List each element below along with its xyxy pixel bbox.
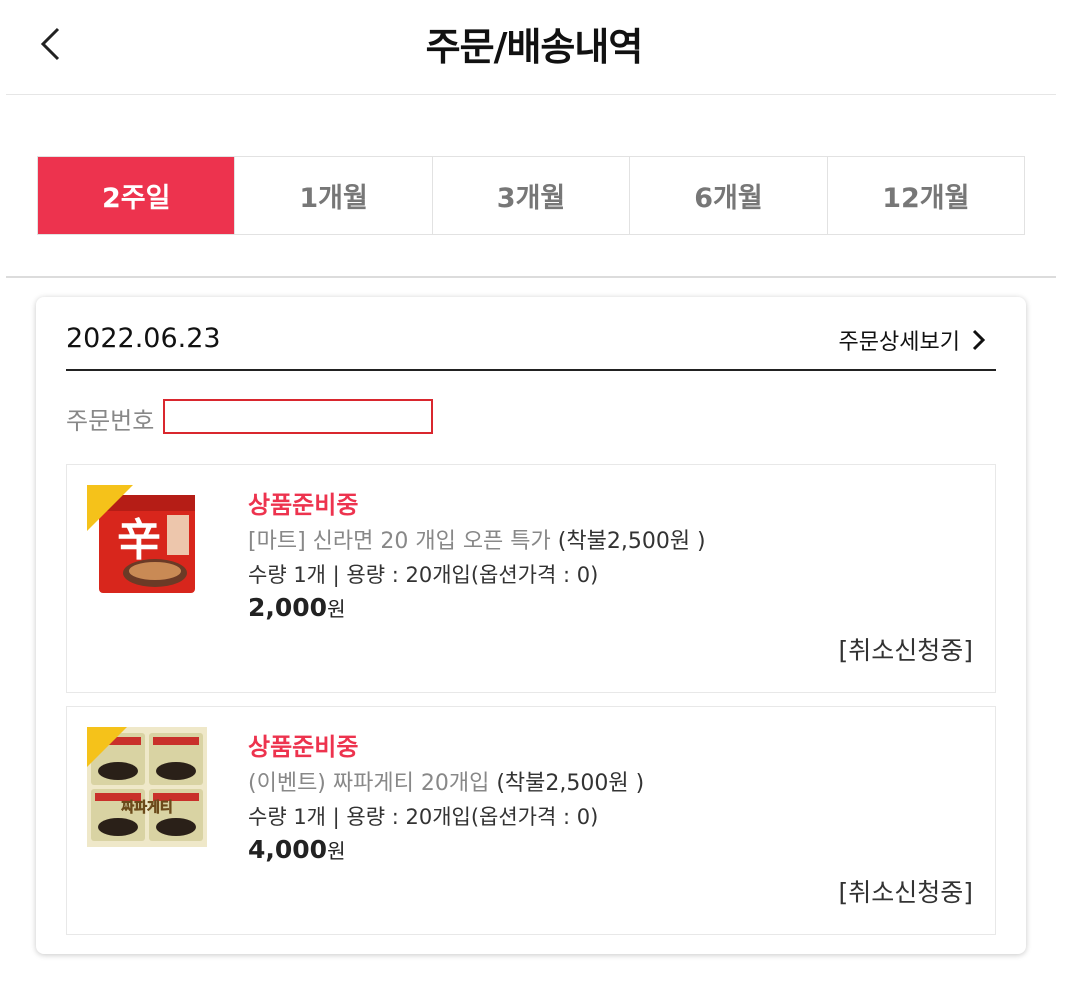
order-detail-link[interactable]: 주문상세보기 (839, 324, 986, 356)
item-cancel-status: [취소신청중] (838, 636, 973, 665)
item-cancel-status: [취소신청중] (838, 878, 973, 907)
tab-12-months[interactable]: 12개월 (826, 157, 1025, 234)
period-tabs: 2주일 1개월 3개월 6개월 12개월 (37, 156, 1025, 235)
item-name-text: (이벤트) 짜파게티 20개입 (248, 771, 490, 796)
item-shipping: (착불2,500원 ) (557, 529, 706, 554)
tab-2-weeks[interactable]: 2주일 (38, 157, 235, 234)
item-options: 수량 1개 | 용량 : 20개입(옵션가격 : 0) (248, 563, 599, 587)
chevron-right-icon (972, 329, 986, 351)
shin-ramyun-product-image: 辛 (87, 485, 207, 605)
header: 주문/배송내역 (0, 0, 1068, 96)
item-shipping: (착불2,500원 ) (496, 771, 645, 796)
item-status: 상품준비중 (248, 733, 359, 761)
order-card: 2022.06.23 주문상세보기 주문번호 辛 상품준비중 [마트] 신라면 … (36, 297, 1026, 954)
header-divider (6, 94, 1056, 95)
item-price-value: 2,000 (248, 593, 328, 622)
item-status: 상품준비중 (248, 491, 359, 519)
page-title: 주문/배송내역 (425, 25, 644, 69)
tab-6-months[interactable]: 6개월 (629, 157, 827, 234)
order-header-divider (66, 369, 996, 371)
tab-3-months[interactable]: 3개월 (431, 157, 630, 234)
order-number-value (163, 399, 433, 434)
order-item[interactable]: 짜파게티 상품준비중 (이벤트) 짜파게티 20개입 (착불2,500원 ) 수… (66, 706, 996, 935)
shin-ramyun-logo-glyph: 辛 (117, 515, 161, 566)
order-detail-label: 주문상세보기 (838, 330, 960, 355)
item-price: 4,000원 (248, 835, 345, 864)
item-price-unit: 원 (327, 597, 346, 621)
tab-1-month[interactable]: 1개월 (234, 157, 432, 234)
item-options: 수량 1개 | 용량 : 20개입(옵션가격 : 0) (248, 805, 599, 829)
item-price-unit: 원 (327, 839, 346, 863)
section-divider (6, 276, 1056, 278)
item-name[interactable]: [마트] 신라면 20 개입 오픈 특가 (착불2,500원 ) (248, 523, 706, 555)
item-price: 2,000원 (248, 593, 345, 622)
item-price-value: 4,000 (248, 835, 328, 864)
chapagetti-product-image: 짜파게티 (87, 727, 207, 847)
order-number-label: 주문번호 (66, 407, 155, 435)
item-name[interactable]: (이벤트) 짜파게티 20개입 (착불2,500원 ) (248, 765, 644, 797)
order-date: 2022.06.23 (66, 323, 221, 354)
chapagetti-logo-text: 짜파게티 (121, 800, 173, 816)
order-item[interactable]: 辛 상품준비중 [마트] 신라면 20 개입 오픈 특가 (착불2,500원 )… (66, 464, 996, 693)
item-name-text: [마트] 신라면 20 개입 오픈 특가 (248, 529, 551, 554)
